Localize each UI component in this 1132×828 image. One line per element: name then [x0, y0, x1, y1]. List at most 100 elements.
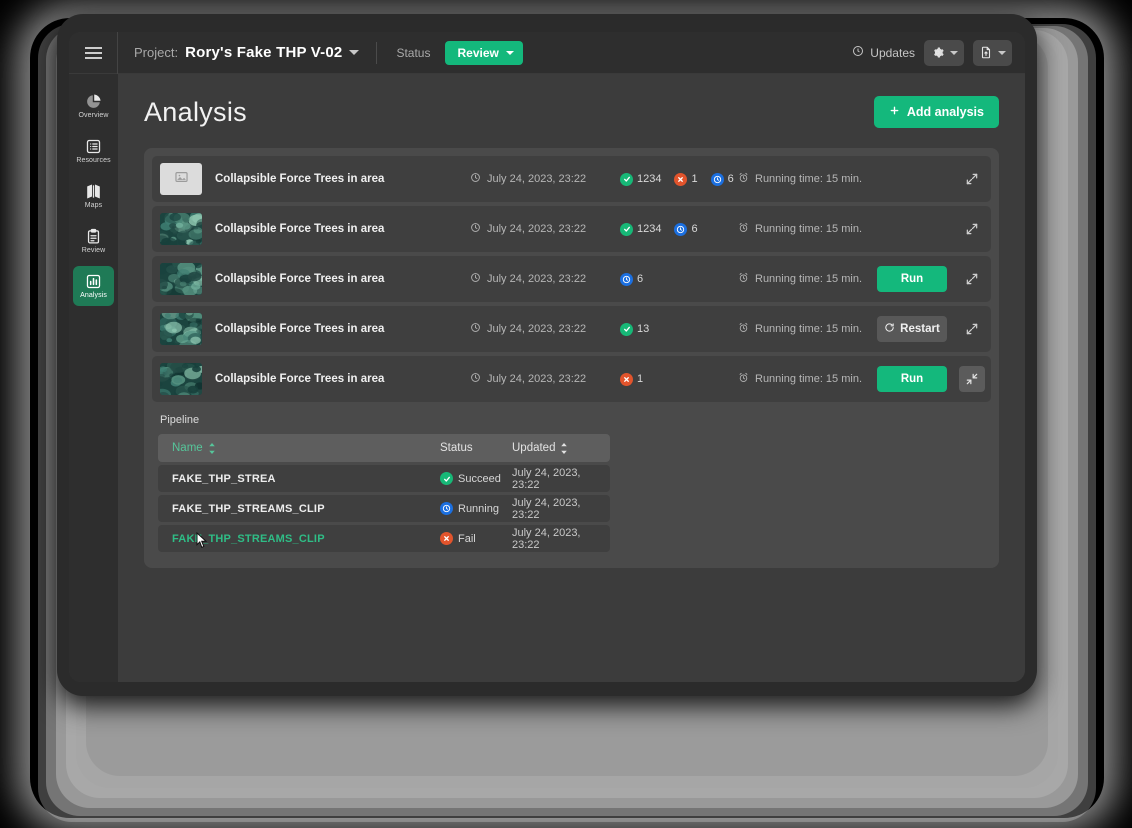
pipeline-updated: July 24, 2023, 23:22: [512, 526, 581, 551]
pipeline-section: Pipeline Name Status Updated FAKE_THP_ST…: [152, 406, 991, 560]
pipeline-row[interactable]: FAKE_THP_STREA Succeed July 24, 2023, 23…: [158, 465, 610, 492]
pipeline-name[interactable]: FAKE_THP_STREA: [172, 473, 440, 485]
analysis-runtime: Running time: 15 min.: [738, 372, 867, 386]
clock-icon: [470, 222, 481, 236]
analysis-runtime: Running time: 15 min.: [738, 272, 867, 286]
collapse-icon[interactable]: [959, 366, 985, 392]
restart-button[interactable]: Restart: [877, 316, 947, 342]
top-bar-actions: Updates: [852, 39, 1025, 66]
clock-icon: [470, 322, 481, 336]
refresh-icon: [884, 322, 895, 336]
divider: [376, 41, 378, 64]
column-header-status: Status: [440, 442, 512, 454]
sidebar-item-label: Analysis: [80, 292, 107, 299]
alarm-clock-icon: [738, 172, 749, 186]
sort-icon: [208, 442, 216, 454]
column-header-updated[interactable]: Updated: [512, 442, 596, 454]
expand-icon[interactable]: [959, 216, 985, 242]
pipeline-status-text: Succeed: [458, 472, 501, 485]
main-content: Analysis Add analysis Collapsible Force …: [118, 74, 1025, 682]
pipeline-name[interactable]: FAKE_THP_STREAMS_CLIP: [172, 503, 440, 515]
analysis-date: July 24, 2023, 23:22: [470, 322, 620, 336]
page-title: Analysis: [144, 96, 247, 127]
top-bar: Project: Rory's Fake THP V-02 Status Rev…: [69, 32, 1025, 74]
app-window: Project: Rory's Fake THP V-02 Status Rev…: [69, 32, 1025, 682]
analysis-date: July 24, 2023, 23:22: [470, 272, 620, 286]
status-badge-ok: 1234: [620, 172, 661, 186]
analysis-row[interactable]: Collapsible Force Trees in area July 24,…: [152, 206, 991, 252]
analysis-row[interactable]: Collapsible Force Trees in area July 24,…: [152, 356, 991, 402]
pipeline-title: Pipeline: [160, 414, 200, 426]
pipeline-status-text: Fail: [458, 532, 476, 545]
export-button[interactable]: [973, 39, 1012, 66]
sidebar-item-review[interactable]: Review: [73, 221, 114, 261]
runtime-text: Running time: 15 min.: [755, 373, 862, 385]
chevron-down-icon: [505, 50, 514, 55]
pipeline-updated: July 24, 2023, 23:22: [512, 466, 581, 491]
badge-count: 6: [637, 273, 644, 285]
expand-icon[interactable]: [959, 266, 985, 292]
expand-icon[interactable]: [959, 166, 985, 192]
analysis-date: July 24, 2023, 23:22: [470, 372, 620, 386]
image-icon: [174, 170, 189, 189]
pipeline-status-text: Running: [458, 502, 499, 515]
status-label: Status: [396, 45, 431, 60]
runtime-text: Running time: 15 min.: [755, 273, 862, 285]
error-icon: [620, 372, 633, 386]
clock-icon: [470, 272, 481, 286]
clock-icon: [470, 172, 481, 186]
gear-icon: [930, 45, 945, 60]
settings-button[interactable]: [924, 39, 964, 66]
analysis-date-text: July 24, 2023, 23:22: [487, 223, 587, 235]
sort-icon: [560, 442, 568, 454]
analysis-badges: 1234 1 6: [620, 172, 738, 186]
analysis-date: July 24, 2023, 23:22: [470, 222, 620, 236]
plus-icon: [889, 105, 900, 119]
column-header-name[interactable]: Name: [172, 442, 440, 454]
alarm-clock-icon: [738, 372, 749, 386]
add-analysis-button[interactable]: Add analysis: [873, 96, 999, 128]
analysis-date-text: July 24, 2023, 23:22: [487, 273, 587, 285]
analysis-action: Restart: [867, 316, 947, 342]
run-button[interactable]: Run: [877, 266, 947, 292]
add-analysis-label: Add analysis: [906, 105, 984, 119]
analysis-row[interactable]: Collapsible Force Trees in area July 24,…: [152, 306, 991, 352]
project-label: Project:: [134, 45, 179, 60]
error-icon: [674, 172, 688, 186]
status-dropdown[interactable]: Review: [445, 40, 523, 65]
updates-button[interactable]: Updates: [852, 45, 915, 60]
analysis-runtime: Running time: 15 min.: [738, 322, 867, 336]
analysis-action: Run: [867, 366, 947, 392]
expand-icon[interactable]: [959, 316, 985, 342]
run-button[interactable]: Run: [877, 366, 947, 392]
error-icon: [440, 532, 453, 545]
analysis-thumbnail: [160, 363, 202, 395]
chevron-down-icon[interactable]: [349, 50, 360, 55]
sidebar-item-overview[interactable]: Overview: [73, 86, 114, 126]
analysis-row[interactable]: Collapsible Force Trees in area July 24,…: [152, 256, 991, 302]
badge-count: 1: [637, 373, 644, 385]
analysis-runtime: Running time: 15 min.: [738, 222, 867, 236]
sidebar-item-resources[interactable]: Resources: [73, 131, 114, 171]
sidebar-item-label: Resources: [76, 157, 111, 164]
running-clock-icon: [620, 272, 633, 286]
badge-count: 6: [727, 173, 734, 185]
check-icon: [620, 322, 633, 336]
analysis-title: Collapsible Force Trees in area: [215, 223, 385, 235]
analysis-row[interactable]: Collapsible Force Trees in area July 24,…: [152, 156, 991, 202]
hamburger-icon[interactable]: [69, 32, 118, 74]
pipeline-row[interactable]: FAKE_THP_STREAMS_CLIP Running July 24, 2…: [158, 495, 610, 522]
project-breadcrumb: Project: Rory's Fake THP V-02 Status Rev…: [118, 40, 852, 65]
status-badge-err: 1: [674, 172, 698, 186]
runtime-text: Running time: 15 min.: [755, 223, 862, 235]
chevron-down-icon: [998, 50, 1006, 55]
pie-chart-icon: [85, 93, 102, 110]
badge-count: 13: [637, 323, 650, 335]
page-header: Analysis Add analysis: [144, 96, 999, 128]
sidebar-item-maps[interactable]: Maps: [73, 176, 114, 216]
sidebar-item-analysis[interactable]: Analysis: [73, 266, 114, 306]
pipeline-name[interactable]: FAKE_THP_STREAMS_CLIP: [172, 533, 440, 545]
file-upload-icon: [979, 45, 993, 60]
analysis-title: Collapsible Force Trees in area: [215, 273, 385, 285]
pipeline-row[interactable]: FAKE_THP_STREAMS_CLIP Fail July 24, 2023…: [158, 525, 610, 552]
